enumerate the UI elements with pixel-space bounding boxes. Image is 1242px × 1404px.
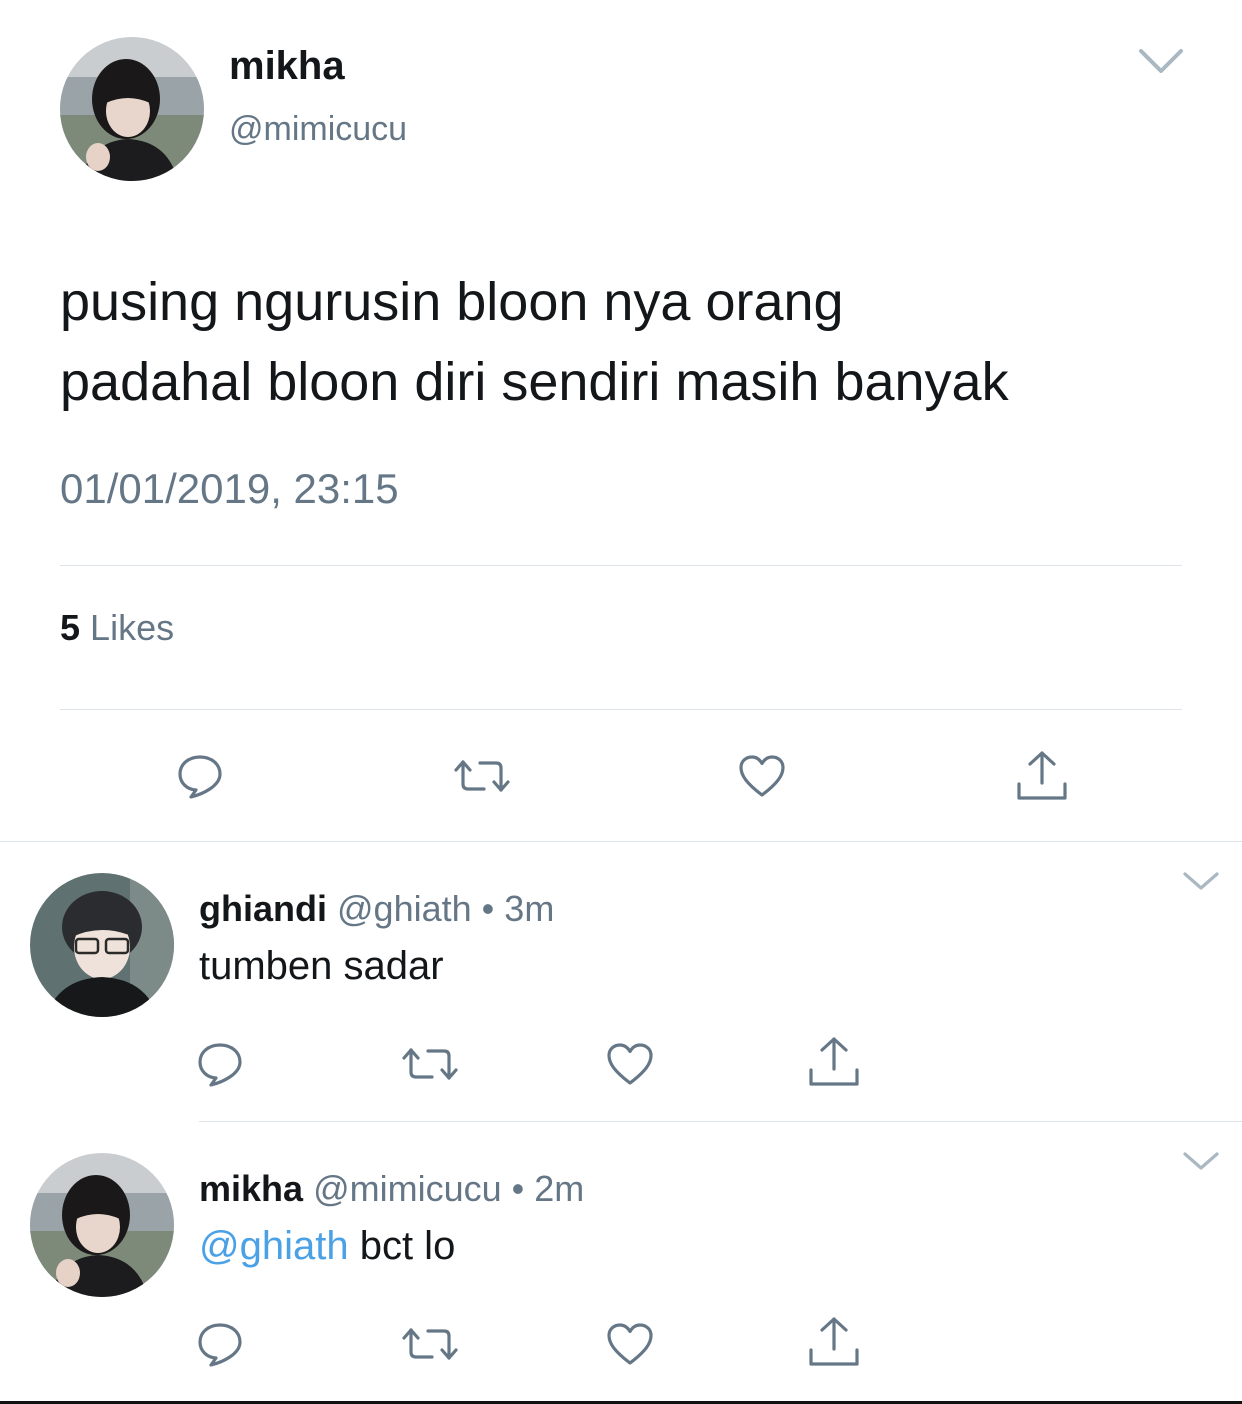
reply-chevron-down-icon[interactable] [1182,870,1220,897]
main-tweet-text-line1: pusing ngurusin bloon nya orang [60,272,844,332]
reply-icon[interactable] [176,752,224,800]
divider [60,565,1182,566]
reply-avatar[interactable] [30,873,174,1017]
reply-text: tumben sadar [199,944,444,988]
reply-icon[interactable] [196,1320,244,1368]
share-icon[interactable] [808,1316,860,1368]
likes-stat[interactable]: 5 Likes [60,607,174,649]
main-avatar[interactable] [60,37,204,181]
reply-handle[interactable]: @mimicucu [313,1168,502,1209]
reply-icon[interactable] [196,1040,244,1088]
main-tweet-text: pusing ngurusin bloon nya orang padahal … [60,262,1200,422]
main-handle[interactable]: @mimicucu [229,110,407,149]
main-timestamp: 01/01/2019, 23:15 [60,465,399,512]
reply-chevron-down-icon[interactable] [1182,1150,1220,1177]
reply-time: 2m [534,1168,585,1209]
separator-dot: • [481,888,495,929]
reply-handle[interactable]: @ghiath [337,888,472,929]
main-chevron-down-icon[interactable] [1138,46,1184,81]
heart-icon[interactable] [606,1322,654,1366]
reply-time: 3m [504,888,555,929]
share-icon[interactable] [808,1036,860,1088]
heart-icon[interactable] [606,1042,654,1086]
section-divider [0,841,1242,842]
divider [60,709,1182,710]
heart-icon[interactable] [738,754,786,798]
reply-header: mikha @mimicucu • 2m [199,1168,584,1210]
share-icon[interactable] [1016,750,1068,802]
retweet-icon[interactable] [452,756,512,796]
retweet-icon[interactable] [400,1324,460,1364]
reply-divider [199,1121,1242,1122]
main-display-name[interactable]: mikha [229,44,345,89]
reply-avatar[interactable] [30,1153,174,1297]
reply-display-name[interactable]: ghiandi [199,888,327,929]
reply-header: ghiandi @ghiath • 3m [199,888,554,930]
reply-text: @ghiath bct lo [199,1224,455,1269]
main-tweet-text-line2: padahal bloon diri sendiri masih banyak [60,352,1009,412]
reply-display-name[interactable]: mikha [199,1168,303,1209]
reply-text-body: bct lo [348,1224,456,1268]
separator-dot: • [511,1168,525,1209]
likes-count: 5 [60,607,81,648]
likes-label: Likes [90,607,175,648]
mention-link[interactable]: @ghiath [199,1224,349,1268]
retweet-icon[interactable] [400,1044,460,1084]
